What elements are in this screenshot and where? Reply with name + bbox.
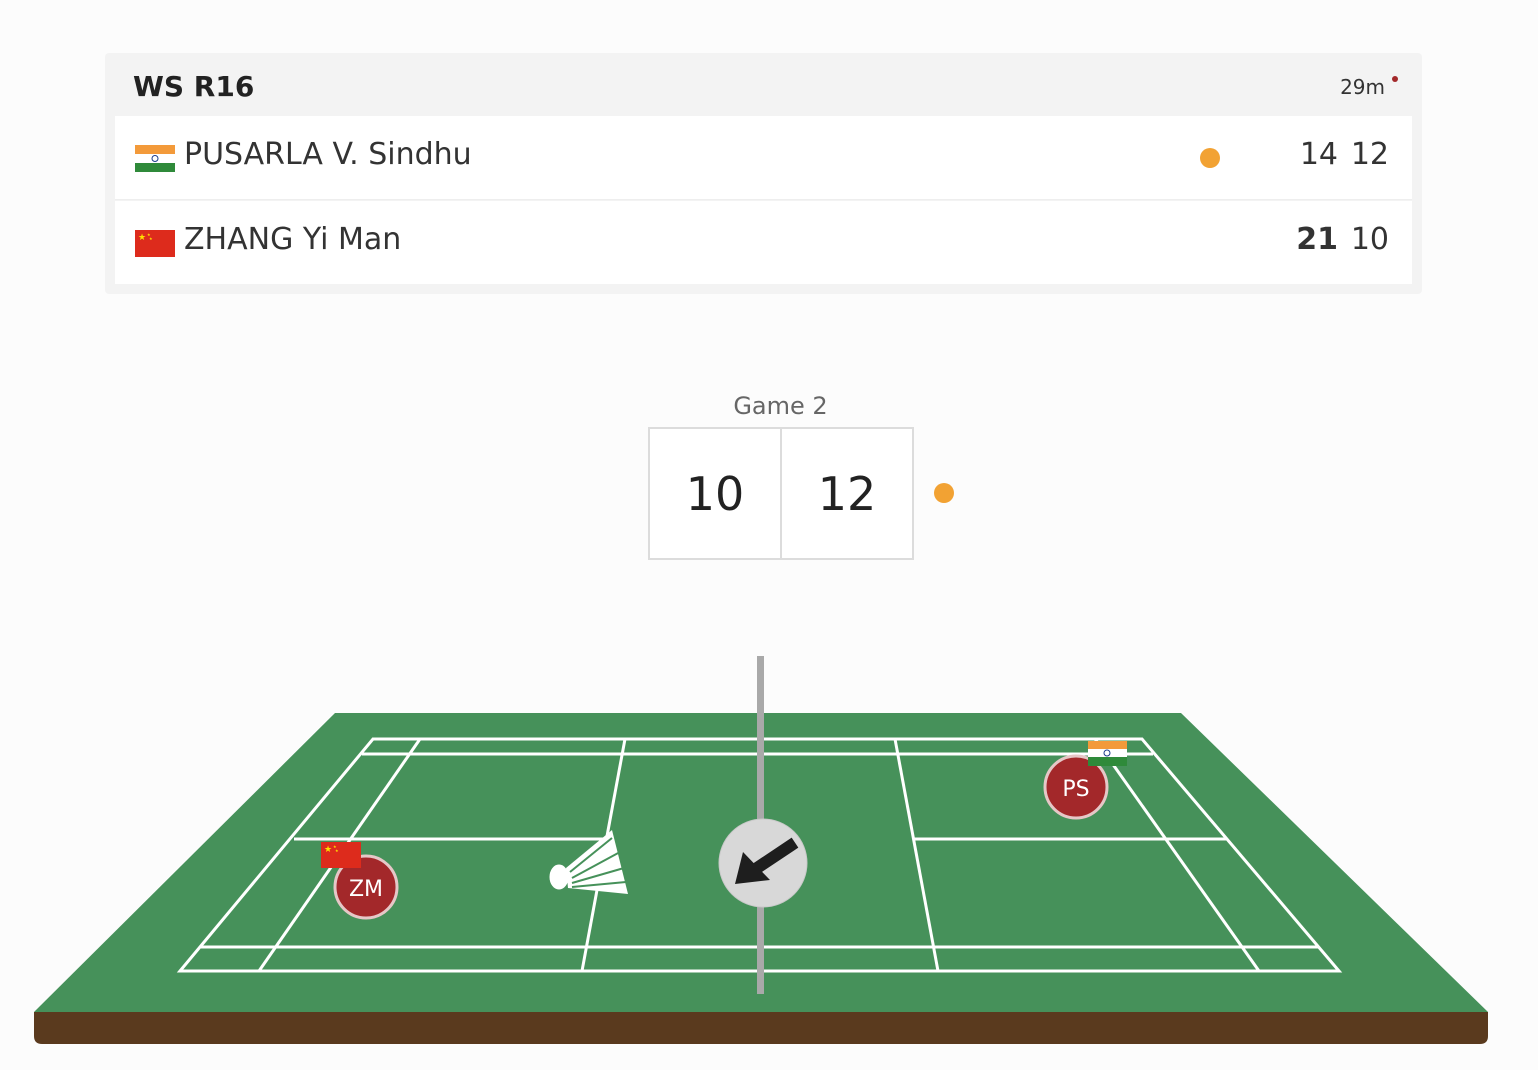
arrow-down-left-icon (718, 818, 808, 908)
china-flag-icon: ★ ★ ★ (321, 842, 361, 868)
svg-text:★: ★ (335, 848, 339, 853)
india-flag-icon (1088, 741, 1127, 766)
svg-text:★: ★ (324, 845, 332, 855)
player-initials: PS (1062, 777, 1089, 802)
player-initials: ZM (349, 877, 383, 902)
court-base (34, 1012, 1488, 1044)
badminton-court: PS ZM ★ ★ ★ (34, 656, 1488, 1044)
